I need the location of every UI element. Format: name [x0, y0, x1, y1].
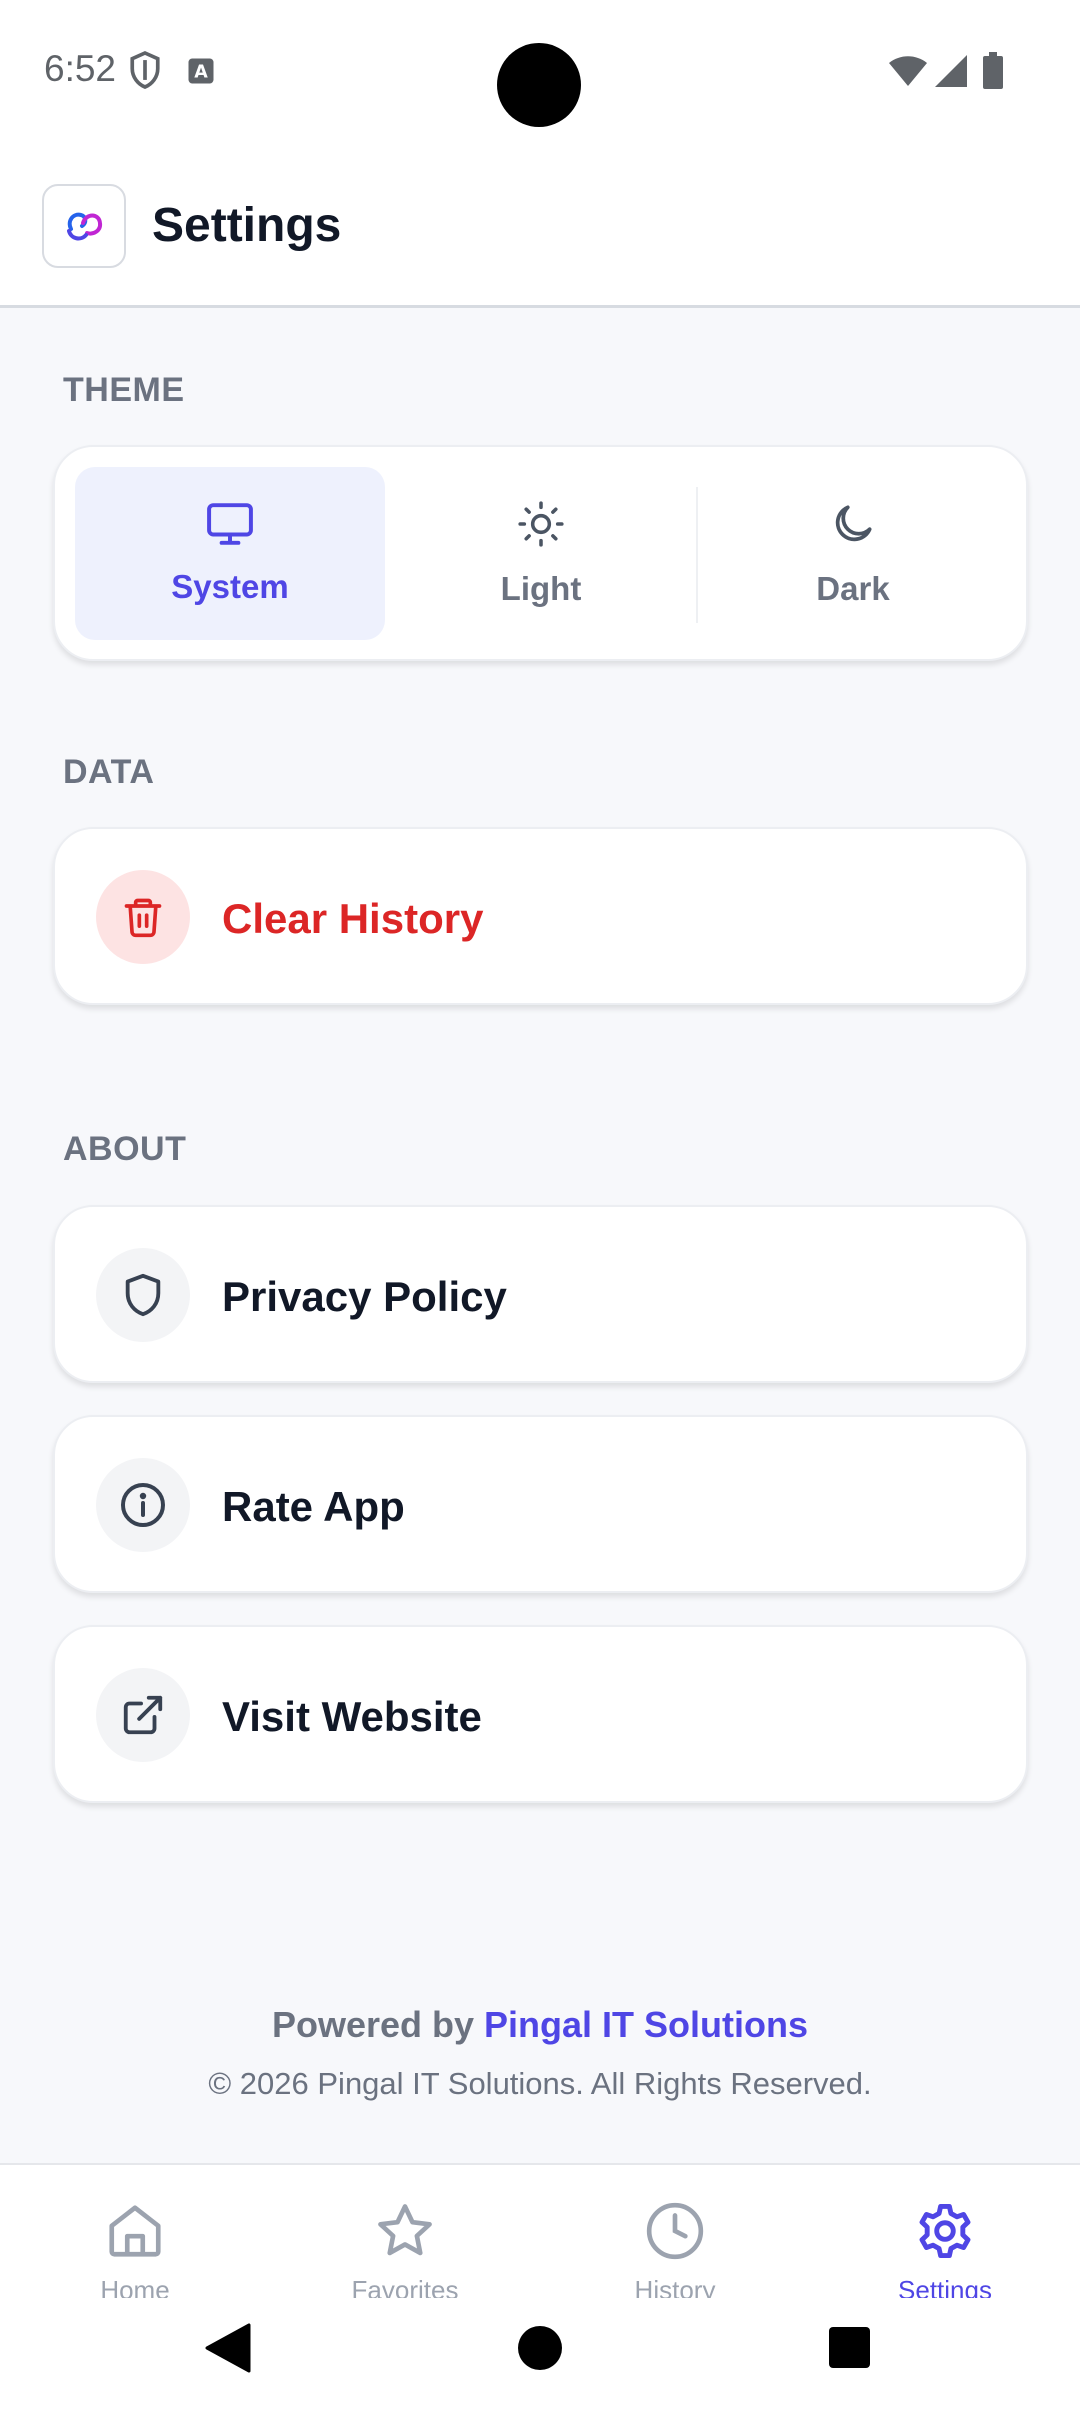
system-nav-bar: [0, 2298, 1080, 2424]
bottom-nav: Home Favorites History Settings: [0, 2163, 1080, 2305]
star-icon: [373, 2200, 437, 2267]
clear-history-button[interactable]: Clear History: [53, 827, 1028, 1005]
back-icon[interactable]: [205, 2323, 251, 2378]
about-section-label: ABOUT: [63, 1130, 187, 1168]
nav-favorites[interactable]: Favorites: [270, 2165, 540, 2305]
clock-icon: [644, 2200, 706, 2267]
visit-website-button[interactable]: Visit Website: [53, 1625, 1028, 1803]
moon-icon: [828, 499, 878, 554]
battery-icon: [982, 52, 1004, 95]
page-title: Settings: [152, 199, 342, 252]
status-time: 6:52: [44, 48, 117, 89]
data-section-label: DATA: [63, 753, 155, 791]
app-logo-icon: [42, 184, 126, 268]
clear-history-label: Clear History: [222, 895, 484, 942]
theme-option-system[interactable]: System: [75, 467, 385, 640]
app-bar: Settings: [0, 140, 1080, 308]
rate-app-button[interactable]: Rate App: [53, 1415, 1028, 1593]
shield-icon: [96, 1248, 190, 1342]
nav-home[interactable]: Home: [0, 2165, 270, 2305]
nav-history[interactable]: History: [540, 2165, 810, 2305]
status-bar: 6:52 A: [0, 0, 1080, 140]
home-icon: [104, 2200, 166, 2267]
visit-website-label: Visit Website: [222, 1693, 482, 1740]
privacy-policy-label: Privacy Policy: [222, 1273, 507, 1320]
theme-option-label: Dark: [816, 570, 890, 607]
powered-by: Powered by Pingal IT Solutions: [0, 2004, 1080, 2046]
sun-icon: [516, 499, 566, 554]
cell-signal-icon: [934, 54, 968, 93]
wifi-icon: [888, 54, 928, 93]
external-link-icon: [96, 1668, 190, 1762]
home-circle-icon[interactable]: [517, 2325, 563, 2376]
nav-settings[interactable]: Settings: [810, 2165, 1080, 2305]
powered-by-brand-link[interactable]: Pingal IT Solutions: [484, 2004, 808, 2045]
theme-selector: System Light Dark: [53, 445, 1028, 661]
theme-option-label: Light: [500, 570, 582, 607]
monitor-icon: [204, 501, 256, 552]
camera-cutout: [497, 43, 581, 127]
theme-option-light[interactable]: Light: [386, 467, 696, 640]
keyboard-a-icon: A: [186, 56, 216, 91]
copyright: © 2026 Pingal IT Solutions. All Rights R…: [208, 2066, 872, 2101]
rate-app-label: Rate App: [222, 1483, 405, 1530]
theme-option-label: System: [171, 568, 289, 605]
info-icon: [96, 1458, 190, 1552]
trash-icon: [96, 870, 190, 964]
privacy-policy-button[interactable]: Privacy Policy: [53, 1205, 1028, 1383]
powered-by-prefix: Powered by: [271, 2004, 475, 2045]
gear-icon: [914, 2200, 976, 2267]
theme-section-label: THEME: [63, 371, 185, 409]
svg-text:A: A: [194, 62, 208, 82]
shield-status-icon: [128, 50, 162, 95]
theme-option-dark[interactable]: Dark: [698, 467, 1008, 640]
recents-square-icon[interactable]: [829, 2327, 870, 2373]
